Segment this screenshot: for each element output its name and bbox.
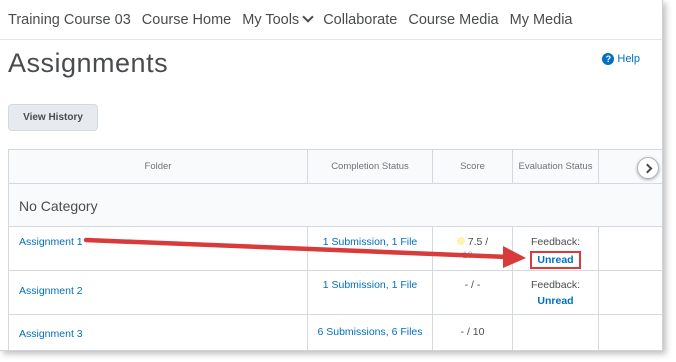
assignment-link[interactable]: Assignment 1 — [19, 236, 83, 248]
table-row: Assignment 1 1 Submission, 1 File 7.5 / … — [9, 226, 662, 270]
table-header-row: Folder Completion Status Score Evaluatio… — [9, 149, 662, 183]
highlight-box: Unread — [530, 251, 581, 269]
score-denominator: 10 — [462, 250, 473, 260]
table-row: Assignment 2 1 Submission, 1 File - / - … — [9, 270, 662, 314]
score-cell: 7.5 / 10 — [432, 227, 512, 270]
category-label: No Category — [19, 198, 98, 214]
completion-link[interactable]: 6 Submissions, 6 Files — [308, 315, 432, 338]
nav-collaborate[interactable]: Collaborate — [323, 12, 397, 28]
evaluation-cell: Feedback: Unread — [512, 271, 598, 314]
evaluation-label: Feedback: — [530, 236, 581, 248]
chevron-right-icon — [642, 163, 652, 173]
completion-cell: 1 Submission, 1 File — [307, 271, 432, 314]
category-row: No Category — [9, 183, 662, 226]
feedback-unread-link[interactable]: Unread — [537, 295, 573, 307]
extra-cell — [598, 315, 662, 350]
course-navbar: Training Course 03 Course Home My Tools … — [0, 0, 662, 40]
assignment-link[interactable]: Assignment 2 — [19, 285, 83, 297]
assignment-link[interactable]: Assignment 3 — [19, 328, 83, 340]
evaluation-cell: Feedback: Unread — [512, 227, 598, 270]
help-label: Help — [617, 53, 640, 65]
nav-my-tools-label: My Tools — [242, 11, 300, 28]
completion-cell: 6 Submissions, 6 Files — [307, 315, 432, 350]
table-row: Assignment 3 6 Submissions, 6 Files - / … — [9, 314, 662, 350]
scroll-right-button[interactable] — [637, 157, 659, 179]
evaluation-cell — [512, 315, 598, 350]
score-cell: - / 10 — [432, 315, 512, 350]
help-icon: ? — [602, 53, 615, 65]
completion-cell: 1 Submission, 1 File — [307, 227, 432, 270]
score-value: - / 10 — [460, 326, 485, 338]
page-title: Assignments — [8, 48, 169, 78]
score-value: - / - — [464, 279, 481, 291]
nav-course-name[interactable]: Training Course 03 — [8, 12, 131, 28]
completion-link[interactable]: 1 Submission, 1 File — [308, 271, 432, 291]
feedback-unread-link[interactable]: Unread — [537, 254, 573, 266]
folder-cell: Assignment 3 — [9, 315, 307, 350]
bulb-icon — [456, 237, 465, 245]
evaluation-label: Feedback: — [530, 279, 581, 291]
header-score[interactable]: Score — [432, 150, 512, 183]
assignments-table: Folder Completion Status Score Evaluatio… — [8, 149, 662, 350]
nav-my-tools[interactable]: My Tools — [242, 10, 314, 28]
extra-cell — [598, 271, 662, 314]
completion-link[interactable]: 1 Submission, 1 File — [308, 227, 432, 248]
nav-my-media[interactable]: My Media — [510, 12, 573, 28]
nav-course-home[interactable]: Course Home — [142, 12, 231, 28]
header-folder[interactable]: Folder — [9, 150, 307, 183]
folder-cell: Assignment 2 — [9, 271, 307, 314]
help-link[interactable]: ? Help — [602, 53, 640, 65]
chevron-down-icon — [302, 10, 314, 23]
nav-course-media[interactable]: Course Media — [408, 12, 498, 28]
view-history-button[interactable]: View History — [8, 104, 98, 131]
score-value: 7.5 / — [467, 236, 489, 248]
header-evaluation-status[interactable]: Evaluation Status — [512, 150, 598, 183]
app-window: Training Course 03 Course Home My Tools … — [0, 0, 663, 351]
header-completion-status[interactable]: Completion Status — [307, 150, 432, 183]
extra-cell — [598, 227, 662, 270]
score-cell: - / - — [432, 271, 512, 314]
folder-cell: Assignment 1 — [9, 227, 307, 270]
